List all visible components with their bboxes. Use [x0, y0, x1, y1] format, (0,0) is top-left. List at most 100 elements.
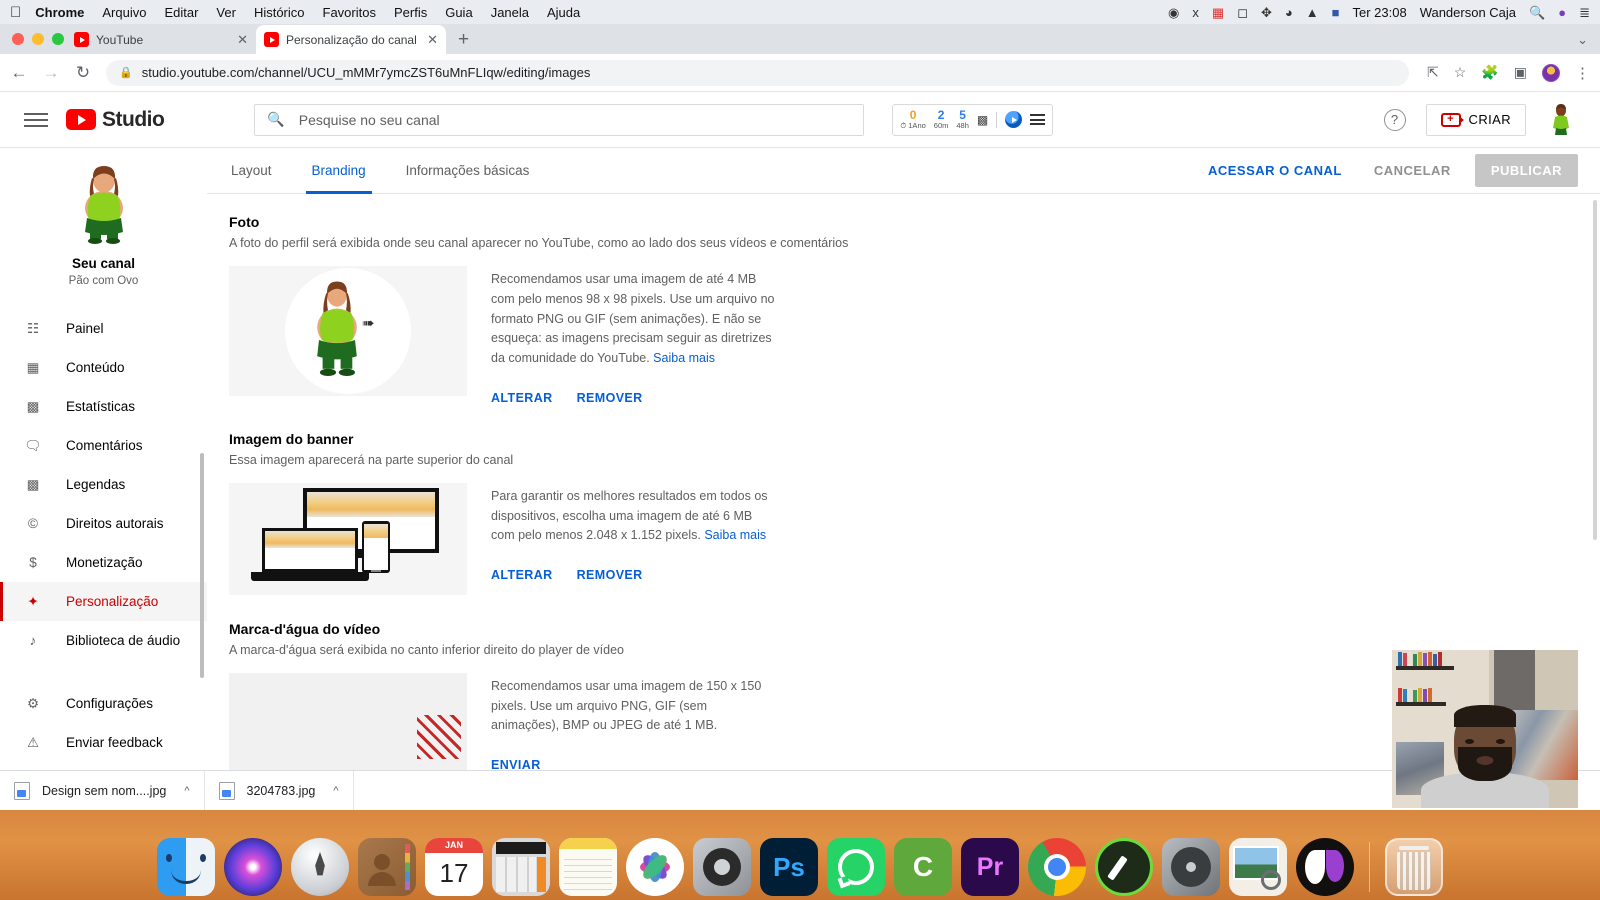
- browser-tab-studio[interactable]: Personalização do canal - YouT ✕: [256, 25, 446, 54]
- menu-editar[interactable]: Editar: [164, 5, 198, 20]
- maximize-window-button[interactable]: [52, 33, 64, 45]
- contacts-icon[interactable]: [358, 838, 416, 896]
- fan-utility-icon[interactable]: [1162, 838, 1220, 896]
- search-input[interactable]: 🔍 Pesquise no seu canal: [254, 103, 865, 136]
- photoshop-icon[interactable]: Ps: [760, 838, 818, 896]
- extension-menu-icon[interactable]: [1030, 114, 1046, 125]
- photo-preview[interactable]: ➠: [229, 266, 467, 396]
- extensions-puzzle-icon[interactable]: 🧩: [1481, 64, 1498, 81]
- sidebar-item-comentarios[interactable]: 🗨 Comentários: [0, 426, 207, 465]
- close-tab-icon[interactable]: ✕: [237, 32, 248, 48]
- chevron-up-icon[interactable]: ^: [184, 785, 189, 797]
- extension-widget[interactable]: 0 ⏱ 1Ano 2 60m 5 48h ▩: [892, 103, 1054, 136]
- bar-chart-icon[interactable]: ▩: [977, 113, 988, 127]
- cancel-button[interactable]: CANCELAR: [1358, 163, 1467, 178]
- sidebar-item-legendas[interactable]: ▩ Legendas: [0, 465, 207, 504]
- creative-cloud-icon[interactable]: ◉: [1168, 6, 1179, 19]
- create-button[interactable]: + CRIAR: [1425, 103, 1526, 136]
- sidebar-scrollbar[interactable]: [200, 453, 204, 678]
- chrome-menu-icon[interactable]: ⋮: [1575, 64, 1590, 82]
- apple-icon[interactable]: : [10, 5, 21, 20]
- tab-informacoes-basicas[interactable]: Informações básicas: [404, 148, 532, 194]
- chevron-down-icon[interactable]: ⌄: [1577, 32, 1588, 48]
- bookmark-star-icon[interactable]: ☆: [1454, 64, 1467, 81]
- sidebar-item-biblioteca-de-audio[interactable]: ♪ Biblioteca de áudio: [0, 621, 207, 660]
- address-bar[interactable]: 🔒 studio.youtube.com/channel/UCU_mMMr7ym…: [106, 59, 1410, 86]
- window-traffic-lights[interactable]: [12, 33, 64, 45]
- flag-us-icon[interactable]: ■: [1332, 6, 1340, 19]
- new-tab-button[interactable]: +: [458, 29, 469, 51]
- sidebar-item-personalizacao[interactable]: ✦ Personalização: [0, 582, 207, 621]
- menu-perfis[interactable]: Perfis: [394, 5, 427, 20]
- sidebar-item-direitos-autorais[interactable]: © Direitos autorais: [0, 504, 207, 543]
- control-center-icon[interactable]: ≣: [1579, 6, 1590, 19]
- sidebar-item-configuracoes[interactable]: ⚙ Configurações: [0, 684, 207, 723]
- download-item[interactable]: 3204783.jpg ^: [205, 770, 354, 811]
- banner-preview[interactable]: [229, 482, 467, 595]
- back-arrow-icon[interactable]: ←: [10, 63, 28, 83]
- menu-janela[interactable]: Janela: [491, 5, 529, 20]
- photos-icon[interactable]: [626, 838, 684, 896]
- premiere-pro-icon[interactable]: Pr: [961, 838, 1019, 896]
- alfred-icon[interactable]: x: [1192, 6, 1199, 19]
- view-channel-link[interactable]: ACESSAR O CANAL: [1192, 163, 1358, 178]
- share-icon[interactable]: ⇱: [1427, 64, 1439, 81]
- learn-more-link[interactable]: Saiba mais: [704, 528, 766, 542]
- hamburger-menu-icon[interactable]: [24, 111, 48, 129]
- channel-avatar-icon[interactable]: [1546, 103, 1576, 136]
- publish-button[interactable]: PUBLICAR: [1474, 154, 1578, 187]
- user-name[interactable]: Wanderson Caja: [1420, 5, 1516, 20]
- airplay-icon[interactable]: ◻: [1237, 6, 1248, 19]
- menu-guia[interactable]: Guia: [445, 5, 472, 20]
- whatsapp-icon[interactable]: [827, 838, 885, 896]
- extension-logo-icon[interactable]: [1005, 111, 1023, 128]
- close-tab-icon[interactable]: ✕: [427, 32, 438, 48]
- preview-icon[interactable]: [1229, 838, 1287, 896]
- calculator-icon[interactable]: [492, 838, 550, 896]
- remove-banner-button[interactable]: REMOVER: [577, 568, 643, 582]
- notes-icon[interactable]: [559, 838, 617, 896]
- wifi-icon[interactable]: ◕: [1285, 6, 1293, 19]
- minimize-window-button[interactable]: [32, 33, 44, 45]
- sidepanel-icon[interactable]: ▣: [1514, 64, 1527, 81]
- reload-icon[interactable]: ↻: [74, 63, 92, 83]
- chevron-up-icon[interactable]: ^: [333, 785, 338, 797]
- finder-icon[interactable]: [157, 838, 215, 896]
- tab-branding[interactable]: Branding: [305, 148, 372, 194]
- calendar-icon[interactable]: JAN 17: [425, 838, 483, 896]
- remove-photo-button[interactable]: REMOVER: [577, 391, 643, 405]
- tab-layout[interactable]: Layout: [229, 148, 274, 194]
- webcam-overlay[interactable]: [1392, 650, 1578, 808]
- camtasia-icon[interactable]: C: [894, 838, 952, 896]
- input-source-icon[interactable]: ✥: [1261, 6, 1272, 19]
- menu-historico[interactable]: Histórico: [254, 5, 305, 20]
- screen-record-icon[interactable]: ▦: [1212, 6, 1224, 19]
- launchpad-icon[interactable]: [291, 838, 349, 896]
- browser-tab-youtube[interactable]: YouTube ✕: [66, 25, 256, 54]
- sidebar-item-conteudo[interactable]: ▦ Conteúdo: [0, 348, 207, 387]
- eject-icon[interactable]: ▲: [1306, 6, 1319, 19]
- studio-logo[interactable]: Studio: [66, 108, 165, 132]
- change-photo-button[interactable]: ALTERAR: [491, 391, 553, 405]
- menu-favoritos[interactable]: Favoritos: [323, 5, 376, 20]
- siri-icon[interactable]: [224, 838, 282, 896]
- menu-ver[interactable]: Ver: [216, 5, 236, 20]
- avatar[interactable]: [64, 164, 144, 244]
- affinity-icon[interactable]: [1296, 838, 1354, 896]
- sidebar-item-enviar-feedback[interactable]: ⚠ Enviar feedback: [0, 723, 207, 762]
- clock[interactable]: Ter 23:08: [1352, 5, 1406, 20]
- trash-icon[interactable]: [1385, 838, 1443, 896]
- learn-more-link[interactable]: Saiba mais: [653, 351, 715, 365]
- change-banner-button[interactable]: ALTERAR: [491, 568, 553, 582]
- help-question-icon[interactable]: ?: [1383, 108, 1406, 131]
- menu-arquivo[interactable]: Arquivo: [102, 5, 146, 20]
- sidebar-item-estatisticas[interactable]: ▩ Estatísticas: [0, 387, 207, 426]
- download-item[interactable]: Design sem nom....jpg ^: [0, 770, 205, 811]
- brush-app-icon[interactable]: [1095, 838, 1153, 896]
- system-preferences-icon[interactable]: [693, 838, 751, 896]
- siri-icon[interactable]: ●: [1558, 6, 1566, 19]
- menu-ajuda[interactable]: Ajuda: [547, 5, 580, 20]
- profile-avatar-icon[interactable]: [1542, 63, 1560, 82]
- chrome-icon[interactable]: [1028, 838, 1086, 896]
- content-scrollbar[interactable]: [1593, 200, 1597, 540]
